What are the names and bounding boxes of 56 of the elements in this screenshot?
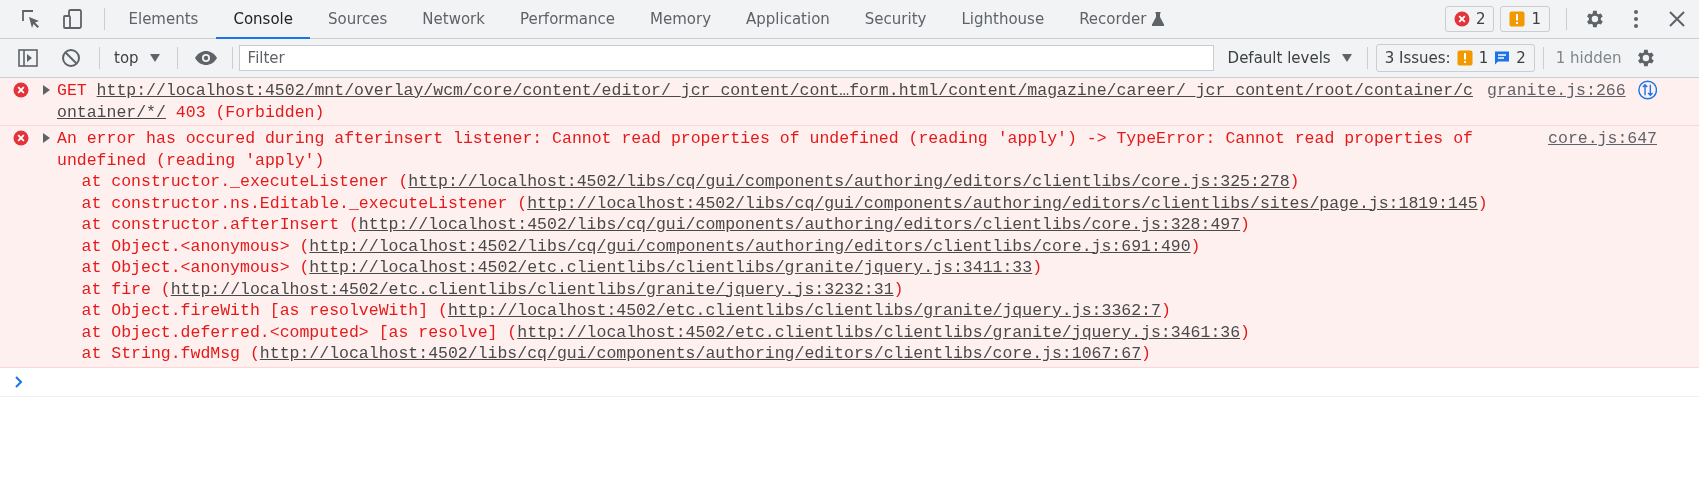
prompt-chevron-icon (14, 375, 24, 388)
device-toolbar-icon[interactable] (62, 8, 84, 30)
url-link[interactable]: http://localhost:4502/etc.clientlibs/clientlibs/granite/jquery.js:3411:33 (309, 258, 1033, 277)
url-link[interactable]: ontainer/*/ (57, 102, 166, 122)
stack-frame: at fire (http://localhost:4502/etc.clientlibs/clientlibs/granite/jquery.js:3232:31) (42, 278, 1487, 300)
url-link[interactable]: http://localhost:4502/etc.clientlibs/clientlibs/granite/jquery.js:3232:31 (170, 279, 894, 299)
log-levels-dropdown[interactable]: Default levels (1219, 49, 1361, 67)
tab[interactable]: Memory (632, 0, 729, 39)
message-text: GET http://localhost:4502/mnt/overlay/wcm/core/content/editor/_jcr_content/cont…form.html/content/magazine/career/_jcr_content/root/container/c ontainer/*/ 403 (Forbidden) (57, 80, 1474, 123)
warning-count-button[interactable]: 1 (1500, 6, 1550, 32)
stack-frame: at Object.fireWith [as resolveWith] (http://localhost:4502/etc.clientlibs/clientlibs/granite/jquery.js:3362:7) (42, 300, 1487, 322)
hidden-count: 1 hidden (1554, 49, 1623, 67)
message-text: An error has occured during afterinsert listener: Cannot read properties of undefined (reading 'apply') -> TypeError: Cannot read properties of undefined (reading 'apply') (57, 128, 1474, 171)
stack-frame: at constructor._executeListener (http://localhost:4502/libs/cq/gui/components/authoring/editors/clientlibs/core.js:325:278) (42, 171, 1487, 193)
url-link[interactable]: http://localhost:4502/libs/cq/gui/components/authoring/editors/clientlibs/core.js:325:278 (408, 172, 1290, 191)
source-link[interactable]: core.js:647 (1548, 128, 1657, 150)
error-count-button[interactable]: 2 (1444, 6, 1495, 32)
url-link[interactable]: http://localhost:4502/mnt/overlay/wcm/core/content/editor/_jcr_content/cont…form.html/content/magazine/career/_jcr_content/root/container/c (96, 81, 1473, 100)
stack-frame: at String.fwdMsg (http://localhost:4502/libs/cq/gui/components/authoring/editors/clientlibs/core.js:1067:67) (42, 343, 1487, 365)
url-link[interactable]: http://localhost:4502/libs/cq/gui/components/authoring/editors/clientlibs/sites/page.js:1819:145 (527, 193, 1478, 213)
message-icon (1494, 50, 1511, 66)
stack-frame: at constructor.afterInsert (http://localhost:4502/libs/cq/gui/components/authoring/editors/clientlibs/core.js:328:497) (42, 214, 1487, 236)
warning-icon (1509, 11, 1526, 27)
tab[interactable]: Recorder (1061, 0, 1182, 39)
tab[interactable]: Application (728, 0, 848, 39)
inspect-element-icon[interactable] (20, 8, 42, 30)
tab[interactable]: Performance (502, 0, 633, 39)
url-link[interactable]: http://localhost:4502/libs/cq/gui/components/authoring/editors/clientlibs/core.js:1067:67 (259, 344, 1142, 363)
context-dropdown[interactable]: top (106, 49, 169, 67)
issues-button[interactable]: 3 Issues: 1 2 (1375, 44, 1535, 72)
tab[interactable]: Lighthouse (943, 0, 1062, 39)
tab[interactable]: Security (847, 0, 944, 39)
tab[interactable]: Elements (111, 0, 216, 39)
url-link[interactable]: http://localhost:4502/libs/cq/gui/components/authoring/editors/clientlibs/core.js:691:490 (309, 236, 1191, 256)
stack-frame: at Object.<anonymous> (http://localhost:4502/etc.clientlibs/clientlibs/granite/jquery.js:3411:33) (42, 257, 1487, 279)
url-link[interactable]: http://localhost:4502/etc.clientlibs/clientlibs/granite/jquery.js:3362:7 (447, 301, 1161, 320)
stack-frame: at constructor.ns.Editable._executeListener (http://localhost:4502/libs/cq/gui/components/authoring/editors/clientlibs/sites/page.js:1819:145) (42, 192, 1487, 214)
error-icon (1453, 11, 1470, 27)
close-icon[interactable] (1667, 9, 1687, 29)
stack-frame: at Object.<anonymous> (http://localhost:4502/libs/cq/gui/components/authoring/editors/clientlibs/core.js:691:490) (42, 235, 1487, 257)
dropdown-arrow-icon (148, 53, 161, 63)
network-request-icon[interactable] (1637, 79, 1657, 101)
filter-field[interactable]: Filter (238, 45, 1214, 71)
warning-icon (1456, 50, 1473, 66)
sidebar-toggle-icon[interactable] (17, 47, 39, 69)
url-link[interactable]: http://localhost:4502/libs/cq/gui/components/authoring/editors/clientlibs/core.js:328:497 (358, 215, 1241, 234)
stack-frame: at Object.deferred.<computed> [as resolve] (http://localhost:4502/etc.clientlibs/clientlibs/granite/jquery.js:3461:36) (42, 321, 1487, 343)
source-link[interactable]: granite.js:266 (1487, 80, 1626, 102)
expand-triangle-icon[interactable] (42, 85, 51, 95)
tab[interactable]: Sources (310, 0, 405, 39)
expand-triangle-icon[interactable] (42, 133, 51, 143)
dropdown-arrow-icon (1340, 53, 1353, 63)
clear-console-icon[interactable] (61, 48, 81, 68)
tab[interactable]: Network (404, 0, 503, 39)
eye-icon[interactable] (193, 50, 218, 66)
url-link[interactable]: http://localhost:4502/etc.clientlibs/clientlibs/granite/jquery.js:3461:36 (517, 322, 1241, 342)
